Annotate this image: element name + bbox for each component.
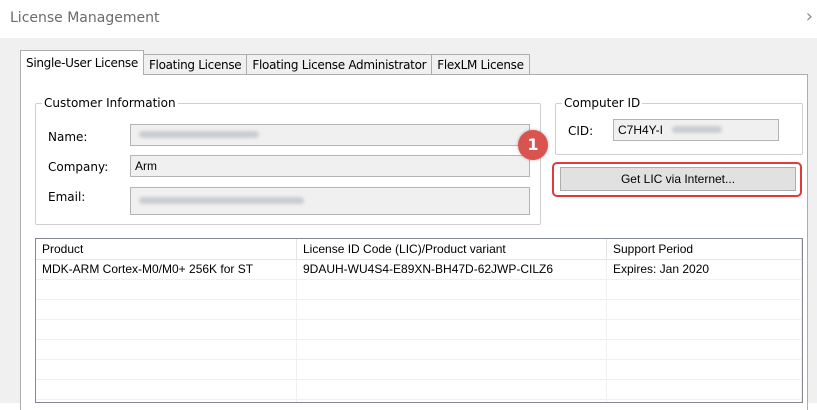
- customer-information-legend: Customer Information: [42, 96, 178, 110]
- company-label: Company:: [48, 160, 109, 174]
- tab-floating-license-administrator[interactable]: Floating License Administrator: [246, 54, 433, 75]
- redacted-name: [139, 131, 259, 138]
- title-bar: License Management ›: [0, 0, 817, 38]
- empty-row: [36, 320, 802, 340]
- name-label: Name:: [48, 130, 88, 144]
- email-field[interactable]: [130, 187, 530, 215]
- product-cell: MDK-ARM Cortex-M0/M0+ 256K for ST: [36, 260, 297, 279]
- support-period-cell: Expires: Jan 2020: [607, 260, 802, 279]
- tab-single-user-license[interactable]: Single-User License: [20, 50, 144, 75]
- company-field[interactable]: Arm: [130, 155, 530, 177]
- empty-row: [36, 280, 802, 300]
- cid-value: C7H4Y-I: [618, 123, 663, 137]
- product-list-header: Product License ID Code (LIC)/Product va…: [36, 239, 802, 260]
- close-icon[interactable]: ›: [806, 6, 813, 27]
- empty-row: [36, 340, 802, 360]
- get-lic-via-internet-button[interactable]: Get LIC via Internet...: [560, 167, 796, 191]
- empty-row: [36, 360, 802, 380]
- column-support-period[interactable]: Support Period: [607, 239, 802, 259]
- table-row[interactable]: MDK-ARM Cortex-M0/M0+ 256K for ST 9DAUH-…: [36, 260, 802, 280]
- window-title: License Management: [10, 10, 160, 26]
- empty-row: [36, 300, 802, 320]
- step-1-badge: 1: [518, 130, 548, 160]
- cid-field[interactable]: C7H4Y-I: [613, 119, 779, 141]
- lic-cell: 9DAUH-WU4S4-E89XN-BH47D-62JWP-CILZ6: [297, 260, 607, 279]
- column-product[interactable]: Product: [36, 239, 297, 259]
- empty-row: [36, 380, 802, 400]
- cid-label: CID:: [568, 124, 594, 138]
- company-value: Arm: [135, 159, 157, 173]
- tab-floating-license[interactable]: Floating License: [142, 54, 248, 75]
- redacted-cid: [672, 126, 722, 133]
- name-field[interactable]: [130, 124, 530, 146]
- product-list[interactable]: Product License ID Code (LIC)/Product va…: [35, 238, 803, 403]
- computer-id-legend: Computer ID: [562, 96, 643, 110]
- tab-flexlm-license[interactable]: FlexLM License: [431, 54, 530, 75]
- email-label: Email:: [48, 190, 86, 204]
- column-lic[interactable]: License ID Code (LIC)/Product variant: [297, 239, 607, 259]
- tab-strip: Single-User License Floating License Flo…: [20, 50, 530, 75]
- redacted-email: [139, 197, 304, 204]
